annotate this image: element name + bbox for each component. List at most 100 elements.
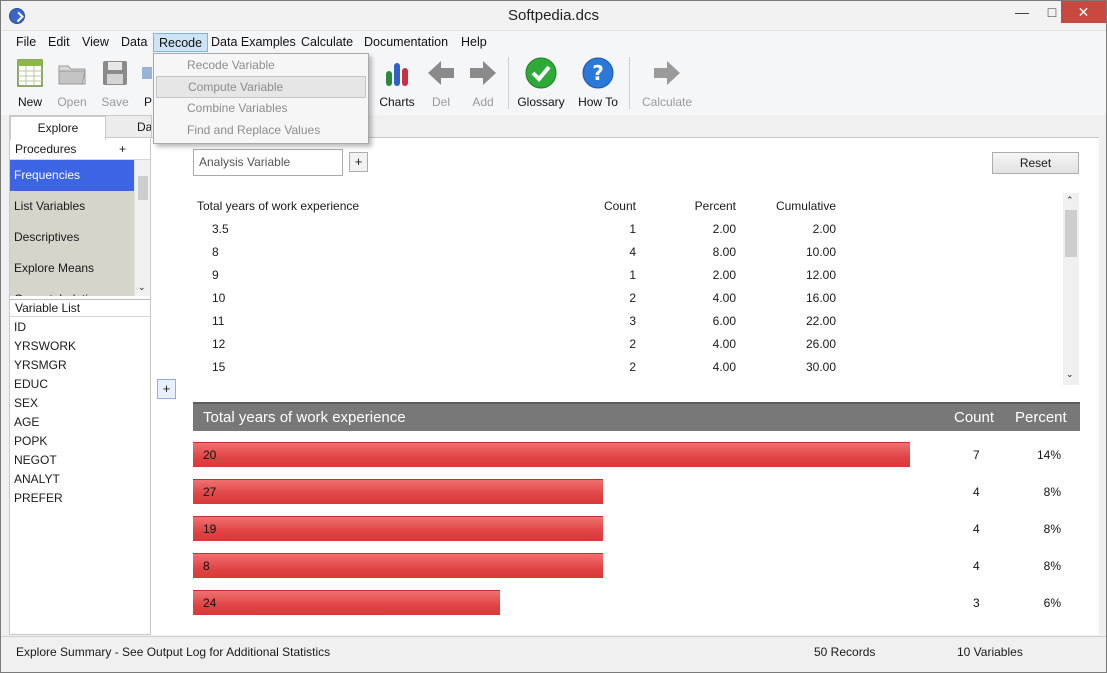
chart-bar-label: 24 [203, 596, 217, 610]
variable-item[interactable]: SEX [14, 394, 38, 413]
freq-cell-value: 12 [212, 337, 226, 351]
freq-cell-cumulative: 22.00 [805, 314, 836, 328]
freq-cell-percent: 2.00 [712, 222, 736, 236]
freq-cell-count: 1 [629, 268, 636, 282]
menu-item-find-replace-values[interactable]: Find and Replace Values [156, 120, 366, 142]
left-panel: Explore Procedures + Frequencies List Va… [9, 115, 151, 635]
freq-cell-cumulative: 34.00 [753, 382, 836, 385]
menu-recode[interactable]: Recode [153, 33, 209, 52]
calculate-arrow-icon [654, 61, 680, 85]
procedure-frequencies[interactable]: Frequencies [10, 160, 134, 191]
chart-bar-percent: 14% [1036, 448, 1061, 462]
scroll-down-icon[interactable]: ⌄ [1066, 369, 1074, 380]
minimize-button[interactable]: — [1007, 1, 1037, 23]
variable-item[interactable]: AGE [14, 413, 39, 432]
freq-cell-count: 4 [629, 245, 636, 259]
variable-item[interactable]: EDUC [14, 375, 48, 394]
folder-icon [58, 65, 86, 85]
open-button[interactable]: Open [48, 57, 96, 111]
chart-count-header: Count [954, 409, 995, 426]
window-title: Softpedia.dcs [508, 7, 599, 24]
variable-item[interactable]: PREFER [14, 489, 63, 508]
howto-button[interactable]: ? How To [574, 57, 622, 111]
freq-cell-cumulative: 26.00 [805, 337, 836, 351]
menu-calculate[interactable]: Calculate [296, 33, 358, 52]
freq-cell-percent: 4.00 [712, 337, 736, 351]
analysis-variable-field[interactable]: Analysis Variable [193, 149, 343, 176]
close-button[interactable]: ✕ [1061, 1, 1106, 23]
add-variable-button[interactable]: + [157, 379, 176, 399]
svg-text:?: ? [592, 61, 604, 85]
variable-item[interactable]: ANALYT [14, 470, 60, 489]
menu-item-recode-variable[interactable]: Recode Variable [156, 55, 366, 77]
menu-view[interactable]: View [77, 33, 114, 52]
freq-cell-value: 16 [212, 382, 272, 385]
menu-documentation[interactable]: Documentation [359, 33, 453, 52]
reset-button[interactable]: Reset [992, 152, 1079, 174]
variable-item[interactable]: YRSMGR [14, 356, 67, 375]
variable-item[interactable]: POPK [14, 432, 47, 451]
chart-bar: 20 [193, 442, 910, 467]
procedure-cross-tabulation[interactable]: Cross-tabulation [10, 284, 134, 296]
freq-cell-percent: 8.00 [712, 245, 736, 259]
freq-cell-count: 2 [553, 382, 636, 385]
procedure-explore-means[interactable]: Explore Means [10, 253, 134, 284]
procedures-scrollbar[interactable]: ⌄ [134, 160, 150, 296]
new-button[interactable]: New [6, 57, 54, 111]
glossary-button[interactable]: Glossary [517, 57, 565, 111]
chart-bar-count: 4 [973, 485, 980, 499]
menu-help[interactable]: Help [456, 33, 492, 52]
calculate-button[interactable]: Calculate [641, 57, 693, 111]
chart-bar-count: 7 [973, 448, 980, 462]
menu-item-compute-variable[interactable]: Compute Variable [156, 76, 366, 98]
procedures-scroll-thumb[interactable] [138, 176, 148, 200]
procedures-add-button[interactable]: + [119, 140, 126, 159]
variable-item[interactable]: ID [14, 318, 26, 337]
print-button[interactable]: P [128, 57, 152, 111]
menu-edit[interactable]: Edit [43, 33, 75, 52]
procedures-header: Procedures + [10, 140, 150, 160]
chart-title: Total years of work experience [203, 409, 406, 426]
new-label: New [17, 95, 42, 109]
chart-bar: 19 [193, 516, 603, 541]
freq-cell-value: 11 [212, 314, 225, 328]
tab-explore[interactable]: Explore [10, 116, 106, 140]
scroll-up-icon[interactable]: ⌃ [1066, 195, 1074, 206]
analysis-variable-add-button[interactable]: + [349, 152, 368, 172]
menu-data[interactable]: Data [116, 33, 152, 52]
title-bar: Softpedia.dcs — □ ✕ [1, 1, 1106, 31]
add-button[interactable]: Add [459, 57, 507, 111]
chart-bar-percent: 6% [1043, 596, 1061, 610]
tab-data[interactable]: Data [105, 115, 152, 138]
frequency-scroll-thumb[interactable] [1065, 210, 1077, 257]
charts-button[interactable]: Charts [373, 57, 421, 111]
variable-item[interactable]: YRSWORK [14, 337, 76, 356]
freq-cell-cumulative: 10.00 [805, 245, 836, 259]
status-summary: Explore Summary - See Output Log for Add… [16, 645, 331, 659]
freq-header-percent: Percent [694, 199, 736, 213]
freq-cell-cumulative: 12.00 [805, 268, 836, 282]
menu-data-examples[interactable]: Data Examples [206, 33, 301, 52]
help-question-icon: ? [582, 57, 614, 89]
procedure-descriptives[interactable]: Descriptives [10, 222, 134, 253]
chart-bar-percent: 8% [1043, 522, 1061, 536]
procedure-list-variables[interactable]: List Variables [10, 191, 134, 222]
scroll-down-icon[interactable]: ⌄ [138, 282, 146, 293]
menu-item-combine-variables[interactable]: Combine Variables [156, 98, 366, 120]
menu-file[interactable]: File [11, 33, 41, 52]
freq-cell-percent: 2.00 [712, 268, 736, 282]
status-records: 50 Records [814, 645, 876, 659]
status-bar: Explore Summary - See Output Log for Add… [1, 636, 1106, 672]
freq-cell-value: 10 [212, 291, 226, 305]
variable-list-header: Variable List [10, 299, 150, 317]
chart-bar-label: 27 [203, 485, 217, 499]
glossary-label: Glossary [517, 95, 565, 109]
status-variables: 10 Variables [957, 645, 1023, 659]
freq-cell-cumulative: 2.00 [812, 222, 836, 236]
bar-chart-icon [386, 63, 408, 86]
frequency-table-scrollbar[interactable]: ⌃ ⌄ [1063, 193, 1079, 385]
open-label: Open [57, 95, 87, 109]
freq-header-count: Count [603, 199, 636, 213]
variable-item[interactable]: NEGOT [14, 451, 57, 470]
del-button[interactable]: Del [417, 57, 465, 111]
